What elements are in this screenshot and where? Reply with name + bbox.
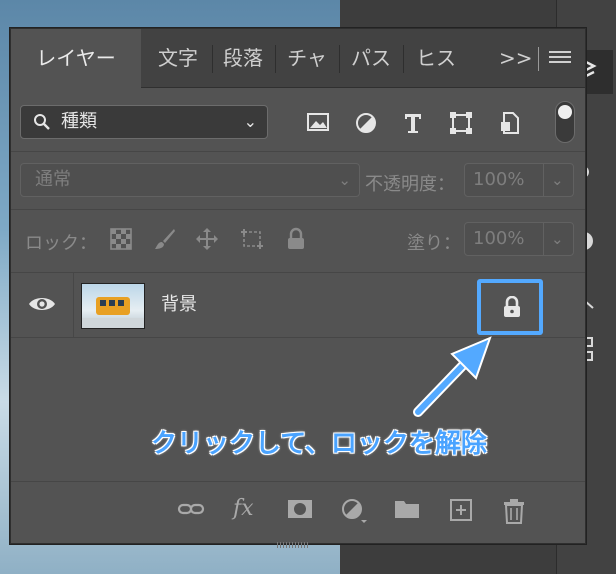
tab-character-styles[interactable]: チャ — [277, 29, 337, 87]
lock-label: ロック： — [25, 233, 97, 254]
thumbnail-bus — [96, 297, 130, 315]
smart-object-filter-icon[interactable] — [498, 111, 524, 135]
filter-toggle-switch[interactable] — [555, 101, 575, 143]
thumbnail-ground — [82, 318, 144, 328]
tab-history[interactable]: ヒス — [405, 29, 467, 87]
tab-layers[interactable]: レイヤー — [11, 29, 141, 88]
opacity-input[interactable]: 100% ⌄ — [464, 163, 574, 197]
tab-paragraph[interactable]: 段落 — [214, 29, 272, 87]
toggle-knob — [558, 105, 572, 119]
callout-arrow — [413, 336, 492, 417]
opacity-label: 不透明度： — [365, 174, 455, 195]
tab-character[interactable]: 文字 — [149, 29, 207, 87]
shape-filter-icon[interactable] — [449, 111, 475, 135]
filter-kind-select[interactable]: 種類 ⌄ — [20, 105, 268, 139]
chevron-down-icon[interactable]: ⌄ — [551, 164, 564, 196]
opacity-value: 100% — [473, 169, 525, 190]
layers-bottom-toolbar: fx — [11, 481, 585, 538]
filter-kind-label: 種類 — [61, 111, 97, 132]
filter-row: 種類 ⌄ — [11, 95, 585, 143]
layer-thumbnail[interactable] — [81, 283, 145, 329]
tab-separator — [403, 45, 404, 73]
tab-separator — [275, 45, 276, 73]
row-divider — [11, 209, 585, 210]
lock-icon — [504, 296, 520, 317]
visibility-toggle[interactable] — [11, 273, 74, 337]
tab-menu-separator — [538, 47, 539, 71]
callout-instruction-text: クリックして、ロックを解除 — [151, 429, 487, 459]
chevron-down-icon: ⌄ — [338, 171, 351, 189]
trash-icon[interactable] — [503, 498, 529, 524]
lock-artboard-icon[interactable] — [239, 227, 265, 253]
layer-name[interactable]: 背景 — [161, 273, 197, 337]
fill-label: 塗り： — [407, 233, 461, 254]
lock-position-icon[interactable] — [195, 227, 221, 253]
fill-separator — [543, 223, 544, 255]
layer-lock-button[interactable] — [477, 279, 543, 335]
link-layers-icon[interactable] — [177, 498, 205, 522]
adjustment-filter-icon[interactable] — [354, 111, 380, 135]
adjustment-layer-icon[interactable] — [341, 498, 367, 523]
more-tabs-button[interactable]: >> — [499, 29, 533, 87]
fill-input[interactable]: 100% ⌄ — [464, 222, 574, 256]
panel-tab-bar: レイヤー 文字 段落 チャ パス ヒス >> — [11, 29, 585, 88]
panel-menu-icon[interactable] — [549, 51, 571, 67]
blend-mode-select[interactable]: 通常 ⌄ — [20, 163, 360, 197]
tab-separator — [339, 45, 340, 73]
new-group-icon[interactable] — [394, 498, 420, 522]
chevron-down-icon[interactable]: ⌄ — [551, 223, 564, 255]
lock-image-pixels-icon[interactable] — [153, 227, 179, 253]
chevron-down-icon: ⌄ — [243, 112, 257, 131]
blend-mode-label: 通常 — [35, 169, 71, 190]
layer-row-background[interactable]: 背景 — [11, 272, 585, 338]
add-mask-icon[interactable] — [287, 498, 313, 522]
fx-icon[interactable]: fx — [233, 498, 259, 522]
lock-all-icon[interactable] — [285, 227, 311, 253]
tab-paths[interactable]: パス — [341, 29, 401, 87]
row-divider — [11, 151, 585, 152]
panel-resize-grip[interactable] — [277, 533, 317, 548]
type-filter-icon[interactable] — [401, 111, 427, 135]
new-layer-icon[interactable] — [449, 498, 475, 522]
fill-value: 100% — [473, 228, 525, 249]
tab-separator — [212, 45, 213, 73]
layers-panel: レイヤー 文字 段落 チャ パス ヒス >> 種類 ⌄ 通常 ⌄ 不透明度： 1… — [10, 28, 586, 548]
eye-icon[interactable] — [27, 293, 57, 319]
search-icon — [33, 113, 51, 135]
image-filter-icon[interactable] — [306, 111, 332, 135]
lock-transparent-pixels-icon[interactable] — [109, 227, 135, 253]
opacity-separator — [543, 164, 544, 196]
